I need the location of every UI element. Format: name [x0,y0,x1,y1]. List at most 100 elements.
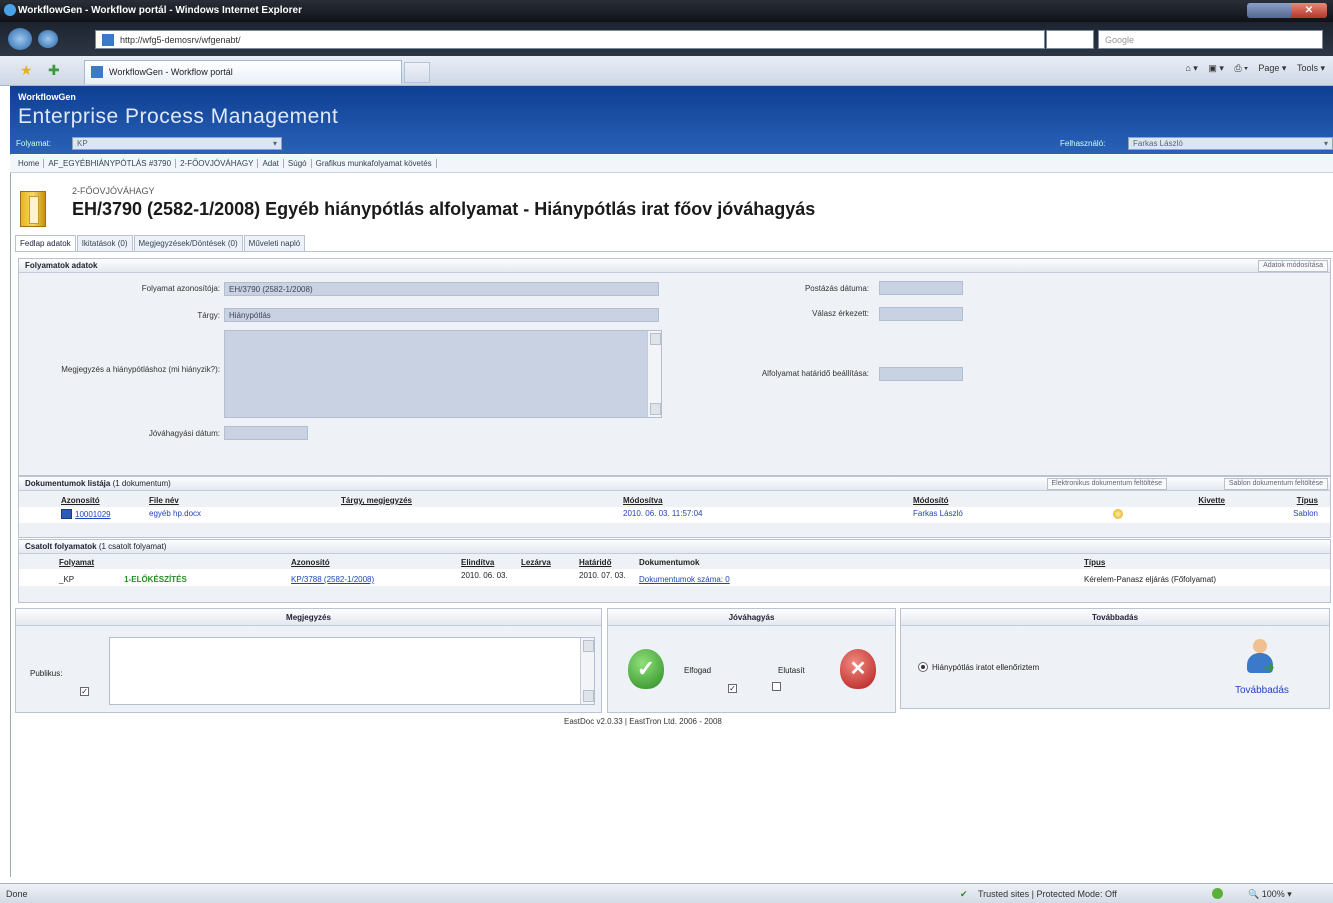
linked-started: 2010. 06. 03. [461,571,508,580]
tools-menu[interactable]: Tools ▾ [1297,63,1325,73]
tab-comments[interactable]: Megjegyzések/Döntések (0) [133,235,243,251]
page-title: EH/3790 (2582-1/2008) Egyéb hiánypótlás … [72,199,816,219]
linked-id-link[interactable]: KP/3788 (2582-1/2008) [291,575,374,584]
word-doc-icon[interactable] [61,509,72,519]
address-bar: http://wfg5-demosrv/wfgenabt/ Google [0,22,1333,56]
document-type: Sablon [1293,509,1318,518]
section-count: (1 csatolt folyamat) [98,542,167,551]
col-header[interactable]: Módosító [909,494,1109,507]
documents-section: Dokumentumok listája (1 dokumentum) Elek… [18,476,1331,538]
reject-shield-icon[interactable]: ✕ [840,649,876,689]
user-label: Felhasználó: [1060,139,1106,148]
col-header[interactable]: File név [145,494,337,507]
breadcrumb-item[interactable]: AF_EGYÉBHIÁNYPÓTLÁS #3790 [44,159,177,168]
post-date-value [879,281,963,295]
linked-docs-link[interactable]: Dokumentumok száma: 0 [639,575,730,584]
brand-small: WorkflowGen [18,92,76,102]
breadcrumb-item[interactable]: Grafikus munkafolyamat követés [312,159,437,168]
document-file-name: egyéb hp.docx [149,509,202,518]
approve-shield-icon[interactable]: ✓ [628,649,664,689]
print-icon[interactable]: ⎙ ▾ [1234,63,1247,73]
note-label: Megjegyzés a hiánypótláshoz (mi hiányzik… [61,365,220,374]
col-header[interactable]: Kivette [1109,494,1229,507]
zoom-level[interactable]: 🔍 100% ▾ [1248,889,1292,900]
subject-value: Hiánypótlás [224,308,659,322]
user-forward-icon[interactable]: ➜ [1247,639,1275,679]
document-id-link[interactable]: 10001029 [75,510,111,519]
col-header[interactable]: Típus [1229,494,1330,507]
favorites-star-icon[interactable]: ★ [20,63,36,77]
deadline-value [879,367,963,381]
reply-date-label: Válasz érkezett: [812,309,869,318]
new-tab-button[interactable] [404,62,430,83]
process-data-section: Folyamatok adatok Adatok módosítása Foly… [18,258,1331,476]
forward-panel: Továbbadás Hiánypótlás iratot ellenőrizt… [900,608,1330,709]
breadcrumb-item[interactable]: Súgó [284,159,312,168]
col-header[interactable]: Azonosító [287,556,457,569]
tab-cover-data[interactable]: Fedlap adatok [15,235,76,251]
search-input[interactable]: Google [1098,30,1323,49]
panel-title: Továbbadás [901,609,1329,626]
page-menu[interactable]: Page ▾ [1258,63,1286,73]
col-header[interactable]: Azonosító [57,494,145,507]
add-favorites-icon[interactable]: ✚ [48,63,64,77]
process-select[interactable]: KP ▾ [72,137,282,150]
status-bar: Done ✔ Trusted sites | Protected Mode: O… [0,883,1333,903]
col-header[interactable]: Típus [1080,556,1330,569]
back-icon[interactable] [8,28,32,50]
approval-date-label: Jóváhagyási dátum: [148,429,220,438]
note-textarea[interactable] [224,330,662,418]
accept-checkbox[interactable]: ✓ [728,684,737,693]
user-select[interactable]: Farkas László ▾ [1128,137,1333,150]
forward-icon[interactable] [38,30,58,48]
security-zone[interactable]: Trusted sites | Protected Mode: Off [978,889,1117,899]
col-header[interactable]: Határidő [575,556,635,569]
table-row: _KP 1-ELŐKÉSZÍTÉS KP/3788 (2582-1/2008) 2… [19,569,1330,586]
breadcrumb: Home AF_EGYÉBHIÁNYPÓTLÁS #3790 2-FŐOVJÓVÁH… [10,155,1333,173]
reject-checkbox[interactable] [771,682,781,691]
comment-textarea[interactable] [109,637,595,705]
col-header: Dokumentumok [639,558,700,567]
forward-radio[interactable] [918,662,928,672]
feeds-icon[interactable]: ▣ ▾ [1208,63,1224,73]
close-icon[interactable]: ✕ [1291,3,1327,18]
deadline-label: Alfolyamat határidő beállítása: [761,369,869,378]
public-checkbox[interactable]: ✓ [80,687,89,696]
ie-icon [4,4,16,16]
edit-data-button[interactable]: Adatok módosítása [1258,260,1328,272]
url-input[interactable]: http://wfg5-demosrv/wfgenabt/ [95,30,1045,49]
section-title: Dokumentumok listája [25,479,111,488]
window-controls[interactable]: ✕ [1247,3,1327,18]
home-icon[interactable]: ⌂ ▾ [1185,63,1197,73]
section-title: Folyamatok adatok [25,261,98,270]
tab-bar: ★ ✚ WorkflowGen - Workflow portál ⌂ ▾ ▣ … [0,56,1333,86]
reject-label: Elutasít [778,666,805,675]
refresh-button[interactable] [1046,30,1094,49]
command-bar: ⌂ ▾ ▣ ▾ ⎙ ▾ Page ▾ Tools ▾ [1177,63,1325,74]
col-header[interactable]: Tárgy, megjegyzés [337,494,619,507]
browser-tab[interactable]: WorkflowGen - Workflow portál [84,60,402,84]
app-banner: WorkflowGen Enterprise Process Managemen… [10,86,1333,154]
footer-text: EastDoc v2.0.33 | EastTron Ltd. 2006 - 2… [564,717,722,726]
col-header[interactable]: Módosítva [619,494,909,507]
linked-closed [517,569,575,586]
breadcrumb-item[interactable]: Home [14,159,45,168]
upload-template-button[interactable]: Sablon dokumentum feltöltése [1223,478,1328,490]
checkout-icon[interactable] [1113,509,1123,519]
window-title: WorkflowGen - Workflow portál - Windows … [18,5,302,16]
upload-electronic-button[interactable]: Elektronikus dokumentum feltöltése [1046,478,1167,490]
col-header[interactable]: Elindítva [457,556,517,569]
url-text: http://wfg5-demosrv/wfgenabt/ [120,35,241,45]
panel-title: Megjegyzés [16,609,601,626]
tab-operation-log[interactable]: Műveleti napló [243,235,306,251]
scrollbar[interactable] [580,638,594,704]
breadcrumb-item[interactable]: Adat [258,159,284,168]
post-date-label: Postázás dátuma: [804,284,869,293]
breadcrumb-item[interactable]: 2-FŐOVJÓVÁHAGY [176,159,259,168]
col-header[interactable]: Folyamat [55,556,287,569]
col-header[interactable]: Lezárva [517,556,575,569]
tab-strip: Fedlap adatok Ikitatások (0) Megjegyzések/… [15,235,306,251]
trusted-check-icon: ✔ [960,889,968,899]
tab-filings[interactable]: Ikitatások (0) [76,235,133,251]
forward-button[interactable]: Továbbadás [1235,685,1289,696]
